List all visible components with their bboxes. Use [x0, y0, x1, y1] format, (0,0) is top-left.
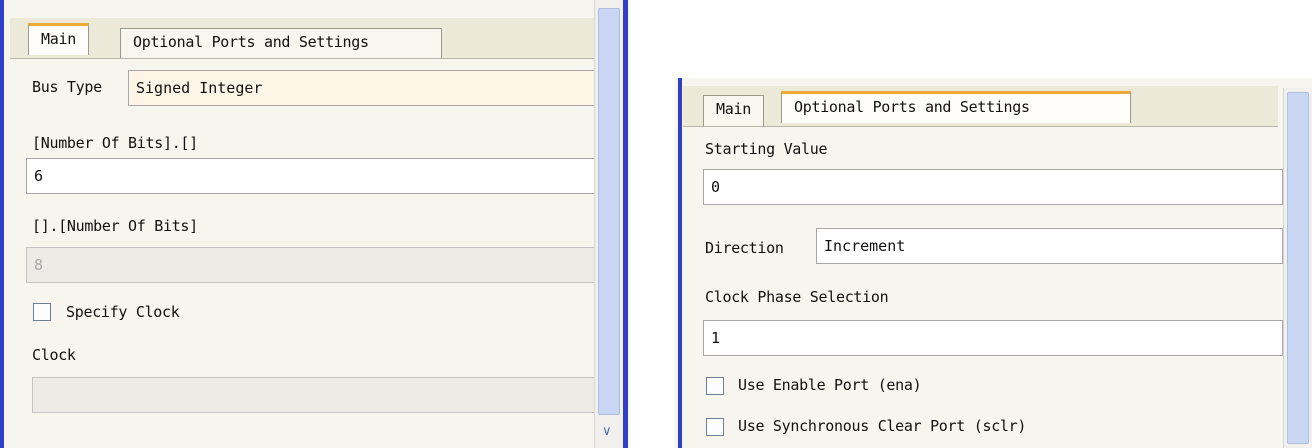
direction-label: Direction [705, 239, 784, 257]
scroll-down-chevron-icon[interactable]: ∨ [602, 424, 612, 439]
tab-strip: Main Optional Ports and Settings [10, 18, 594, 59]
use-enable-checkbox[interactable] [706, 377, 724, 395]
integer-bits-field[interactable]: 6 [26, 158, 596, 194]
starting-value-field[interactable]: 0 [703, 169, 1283, 205]
right-frame-border [678, 78, 682, 448]
left-settings-panel: Main Optional Ports and Settings Bus Typ… [0, 0, 630, 448]
clock-field [32, 377, 596, 413]
direction-field[interactable]: Increment [816, 228, 1283, 264]
fraction-bits-field: 8 [26, 247, 596, 283]
tab-optional-ports-right[interactable]: Optional Ports and Settings [781, 91, 1131, 123]
integer-bits-label: [Number Of Bits].[] [32, 134, 198, 152]
left-frame-border [0, 0, 4, 448]
tab-main-right[interactable]: Main [703, 95, 764, 126]
tab-strip-right: Main Optional Ports and Settings [683, 86, 1278, 127]
left-scrollbar[interactable]: ∨ [594, 0, 623, 448]
use-sclr-label: Use Synchronous Clear Port (sclr) [738, 417, 1027, 435]
clock-label: Clock [32, 346, 76, 364]
specify-clock-label: Specify Clock [66, 303, 180, 321]
use-sclr-checkbox[interactable] [706, 418, 724, 436]
right-scrollbar[interactable] [1283, 88, 1312, 448]
right-settings-panel: Main Optional Ports and Settings Startin… [675, 78, 1312, 448]
bus-type-label: Bus Type [32, 78, 102, 96]
use-enable-label: Use Enable Port (ena) [738, 376, 922, 394]
right-scroll-thumb[interactable] [1287, 92, 1309, 444]
clock-phase-field[interactable]: 1 [703, 320, 1283, 356]
tab-main[interactable]: Main [28, 23, 89, 55]
tab-optional-ports[interactable]: Optional Ports and Settings [120, 28, 442, 58]
starting-value-label: Starting Value [705, 140, 828, 158]
bus-type-field[interactable]: Signed Integer [128, 70, 596, 106]
clock-phase-label: Clock Phase Selection [705, 288, 889, 306]
specify-clock-checkbox[interactable] [33, 303, 51, 321]
left-scroll-thumb[interactable] [598, 8, 620, 415]
fraction-bits-label: [].[Number Of Bits] [32, 217, 198, 235]
